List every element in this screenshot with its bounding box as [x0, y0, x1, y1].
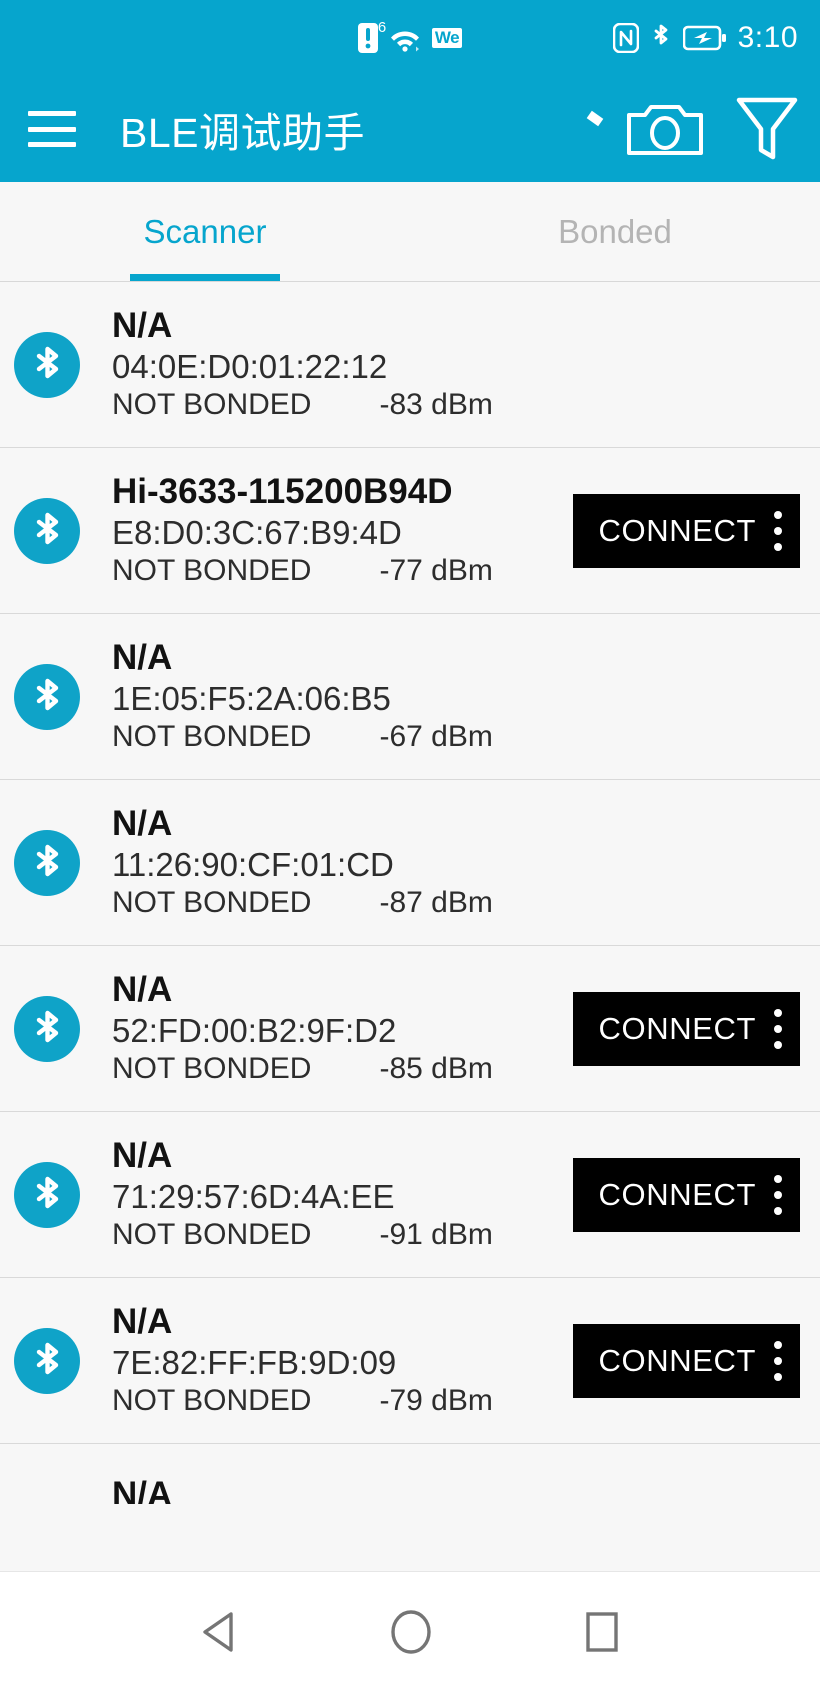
device-address: 11:26:90:CF:01:CD [112, 845, 394, 883]
bluetooth-icon [14, 1161, 80, 1228]
bluetooth-icon [14, 995, 80, 1062]
wifi-icon: 6 [378, 20, 422, 52]
status-badge: NOT BONDED [112, 885, 312, 919]
bluetooth-icon [650, 22, 672, 54]
status-badge: NOT BONDED [112, 387, 312, 421]
status-badge: NOT BONDED [112, 719, 312, 753]
bluetooth-icon [14, 829, 80, 896]
device-address: 1E:05:F5:2A:06:B5 [112, 679, 391, 717]
device-name: N/A [112, 638, 173, 678]
device-info: N/A 71:29:57:6D:4A:EE NOT BONDED -91 dBm [112, 1135, 557, 1253]
table-row[interactable]: N/A 04:0E:D0:01:22:12 NOT BONDED -83 dBm [0, 282, 820, 662]
kebab-menu-icon[interactable] [756, 494, 800, 568]
status-badge: NOT BONDED [112, 1217, 312, 1251]
bluetooth-icon [14, 497, 80, 564]
connect-button-label: CONNECT [598, 1342, 756, 1378]
device-info: N/A 7E:82:FF:FB:9D:09 NOT BONDED -79 dBm [112, 1301, 557, 1419]
status-badge: NOT BONDED [112, 1051, 312, 1085]
kebab-menu-icon[interactable] [756, 1324, 800, 1398]
recents-square-icon[interactable] [583, 1610, 621, 1654]
app-bar: BLE调试助手 [0, 76, 820, 182]
device-address: 04:0E:D0:01:22:12 [112, 347, 388, 385]
device-address: 7E:82:FF:FB:9D:09 [112, 1343, 397, 1381]
home-circle-icon[interactable] [389, 1608, 433, 1656]
device-info: N/A 04:0E:D0:01:22:12 NOT BONDED -83 dBm [112, 305, 800, 423]
bluetooth-icon [14, 663, 80, 730]
tab-bonded-label: Bonded [558, 212, 672, 250]
table-row[interactable]: N/A 52:FD:00:B2:9F:D2 NOT BONDED -85 dBm… [0, 946, 820, 1112]
device-meta: NOT BONDED -85 dBm [112, 1051, 557, 1088]
page-title: BLE调试助手 [120, 110, 365, 156]
device-name: N/A [112, 970, 173, 1010]
device-name: N/A [112, 1475, 173, 1504]
device-meta: NOT BONDED -79 dBm [112, 1383, 557, 1420]
camera-icon[interactable] [626, 99, 704, 159]
device-info: N/A [112, 1474, 800, 1504]
device-info: Hi-3633-115200B94D E8:D0:3C:67:B9:4D NOT… [112, 471, 557, 589]
tab-scanner-label: Scanner [143, 212, 267, 250]
cursor-tick-mark [586, 110, 604, 127]
device-address: 71:29:57:6D:4A:EE [112, 1177, 395, 1215]
tab-bar: Scanner Bonded [0, 182, 820, 282]
sim-alert-icon [357, 23, 378, 53]
device-rssi: -79 dBm [379, 1383, 493, 1417]
connect-button[interactable]: CONNECT [572, 991, 800, 1066]
device-address: E8:D0:3C:67:B9:4D [112, 513, 402, 551]
table-row[interactable]: Hi-3633-115200B94D E8:D0:3C:67:B9:4D NOT… [0, 448, 820, 996]
phone-screen: 6 We 3:10 BLE调试助手 Scanner Bonded N/A 04:… [0, 0, 820, 1691]
device-rssi: -77 dBm [379, 553, 493, 587]
device-list[interactable]: N/A 04:0E:D0:01:22:12 NOT BONDED -83 dBm… [0, 282, 820, 1571]
connect-button-label: CONNECT [598, 512, 756, 548]
device-meta: NOT BONDED -87 dBm [112, 885, 800, 922]
table-row[interactable]: N/A 71:29:57:6D:4A:EE NOT BONDED -91 dBm… [0, 1112, 820, 1278]
status-badge: NOT BONDED [112, 1383, 312, 1417]
device-name: N/A [112, 1302, 173, 1342]
device-rssi: -91 dBm [379, 1217, 493, 1251]
device-meta: NOT BONDED -77 dBm [112, 553, 557, 590]
connect-button[interactable]: CONNECT [572, 493, 800, 568]
device-name: N/A [112, 804, 173, 844]
status-bar-clock: 3:10 [737, 21, 798, 54]
status-bar: 6 We 3:10 [0, 0, 820, 76]
wifi-generation-label: 6 [377, 19, 387, 36]
nfc-icon [612, 23, 639, 53]
device-name: N/A [112, 306, 173, 346]
system-navigation-bar [0, 1571, 820, 1691]
device-rssi: -67 dBm [379, 719, 493, 753]
filter-icon[interactable] [736, 95, 798, 163]
device-name: N/A [112, 1136, 173, 1176]
device-name: Hi-3633-115200B94D [112, 472, 453, 512]
kebab-menu-icon[interactable] [756, 992, 800, 1066]
device-meta: NOT BONDED -91 dBm [112, 1217, 557, 1254]
connect-button-label: CONNECT [598, 1010, 756, 1046]
battery-charging-icon [682, 24, 727, 52]
device-rssi: -83 dBm [379, 387, 493, 421]
wechat-icon: We [431, 28, 463, 48]
device-info: N/A 1E:05:F5:2A:06:B5 NOT BONDED -67 dBm [112, 637, 800, 755]
app-bar-actions [626, 95, 798, 163]
table-row[interactable]: N/A 11:26:90:CF:01:CD NOT BONDED -87 dBm [0, 780, 820, 946]
tab-bonded[interactable]: Bonded [410, 182, 820, 281]
device-info: N/A 52:FD:00:B2:9F:D2 NOT BONDED -85 dBm [112, 969, 557, 1087]
device-rssi: -87 dBm [379, 885, 493, 919]
bluetooth-icon [14, 1327, 80, 1394]
status-bar-right-icons: 3:10 [612, 0, 798, 76]
connect-button[interactable]: CONNECT [572, 1323, 800, 1398]
bluetooth-icon [14, 331, 80, 398]
hamburger-menu-icon[interactable] [28, 111, 76, 147]
tab-scanner[interactable]: Scanner [0, 182, 410, 281]
table-row[interactable]: N/A 1E:05:F5:2A:06:B5 NOT BONDED -67 dBm [0, 614, 820, 1328]
device-meta: NOT BONDED -83 dBm [112, 387, 800, 424]
connect-button-label: CONNECT [598, 1176, 756, 1212]
back-triangle-icon[interactable] [199, 1610, 239, 1654]
table-row[interactable]: N/A 7E:82:FF:FB:9D:09 NOT BONDED -79 dBm… [0, 1278, 820, 1444]
table-row[interactable]: N/A [0, 1444, 820, 1504]
device-info: N/A 11:26:90:CF:01:CD NOT BONDED -87 dBm [112, 803, 800, 921]
device-address: 52:FD:00:B2:9F:D2 [112, 1011, 397, 1049]
kebab-menu-icon[interactable] [756, 1158, 800, 1232]
device-rssi: -85 dBm [379, 1051, 493, 1085]
connect-button[interactable]: CONNECT [572, 1157, 800, 1232]
status-badge: NOT BONDED [112, 553, 312, 587]
device-meta: NOT BONDED -67 dBm [112, 719, 800, 756]
